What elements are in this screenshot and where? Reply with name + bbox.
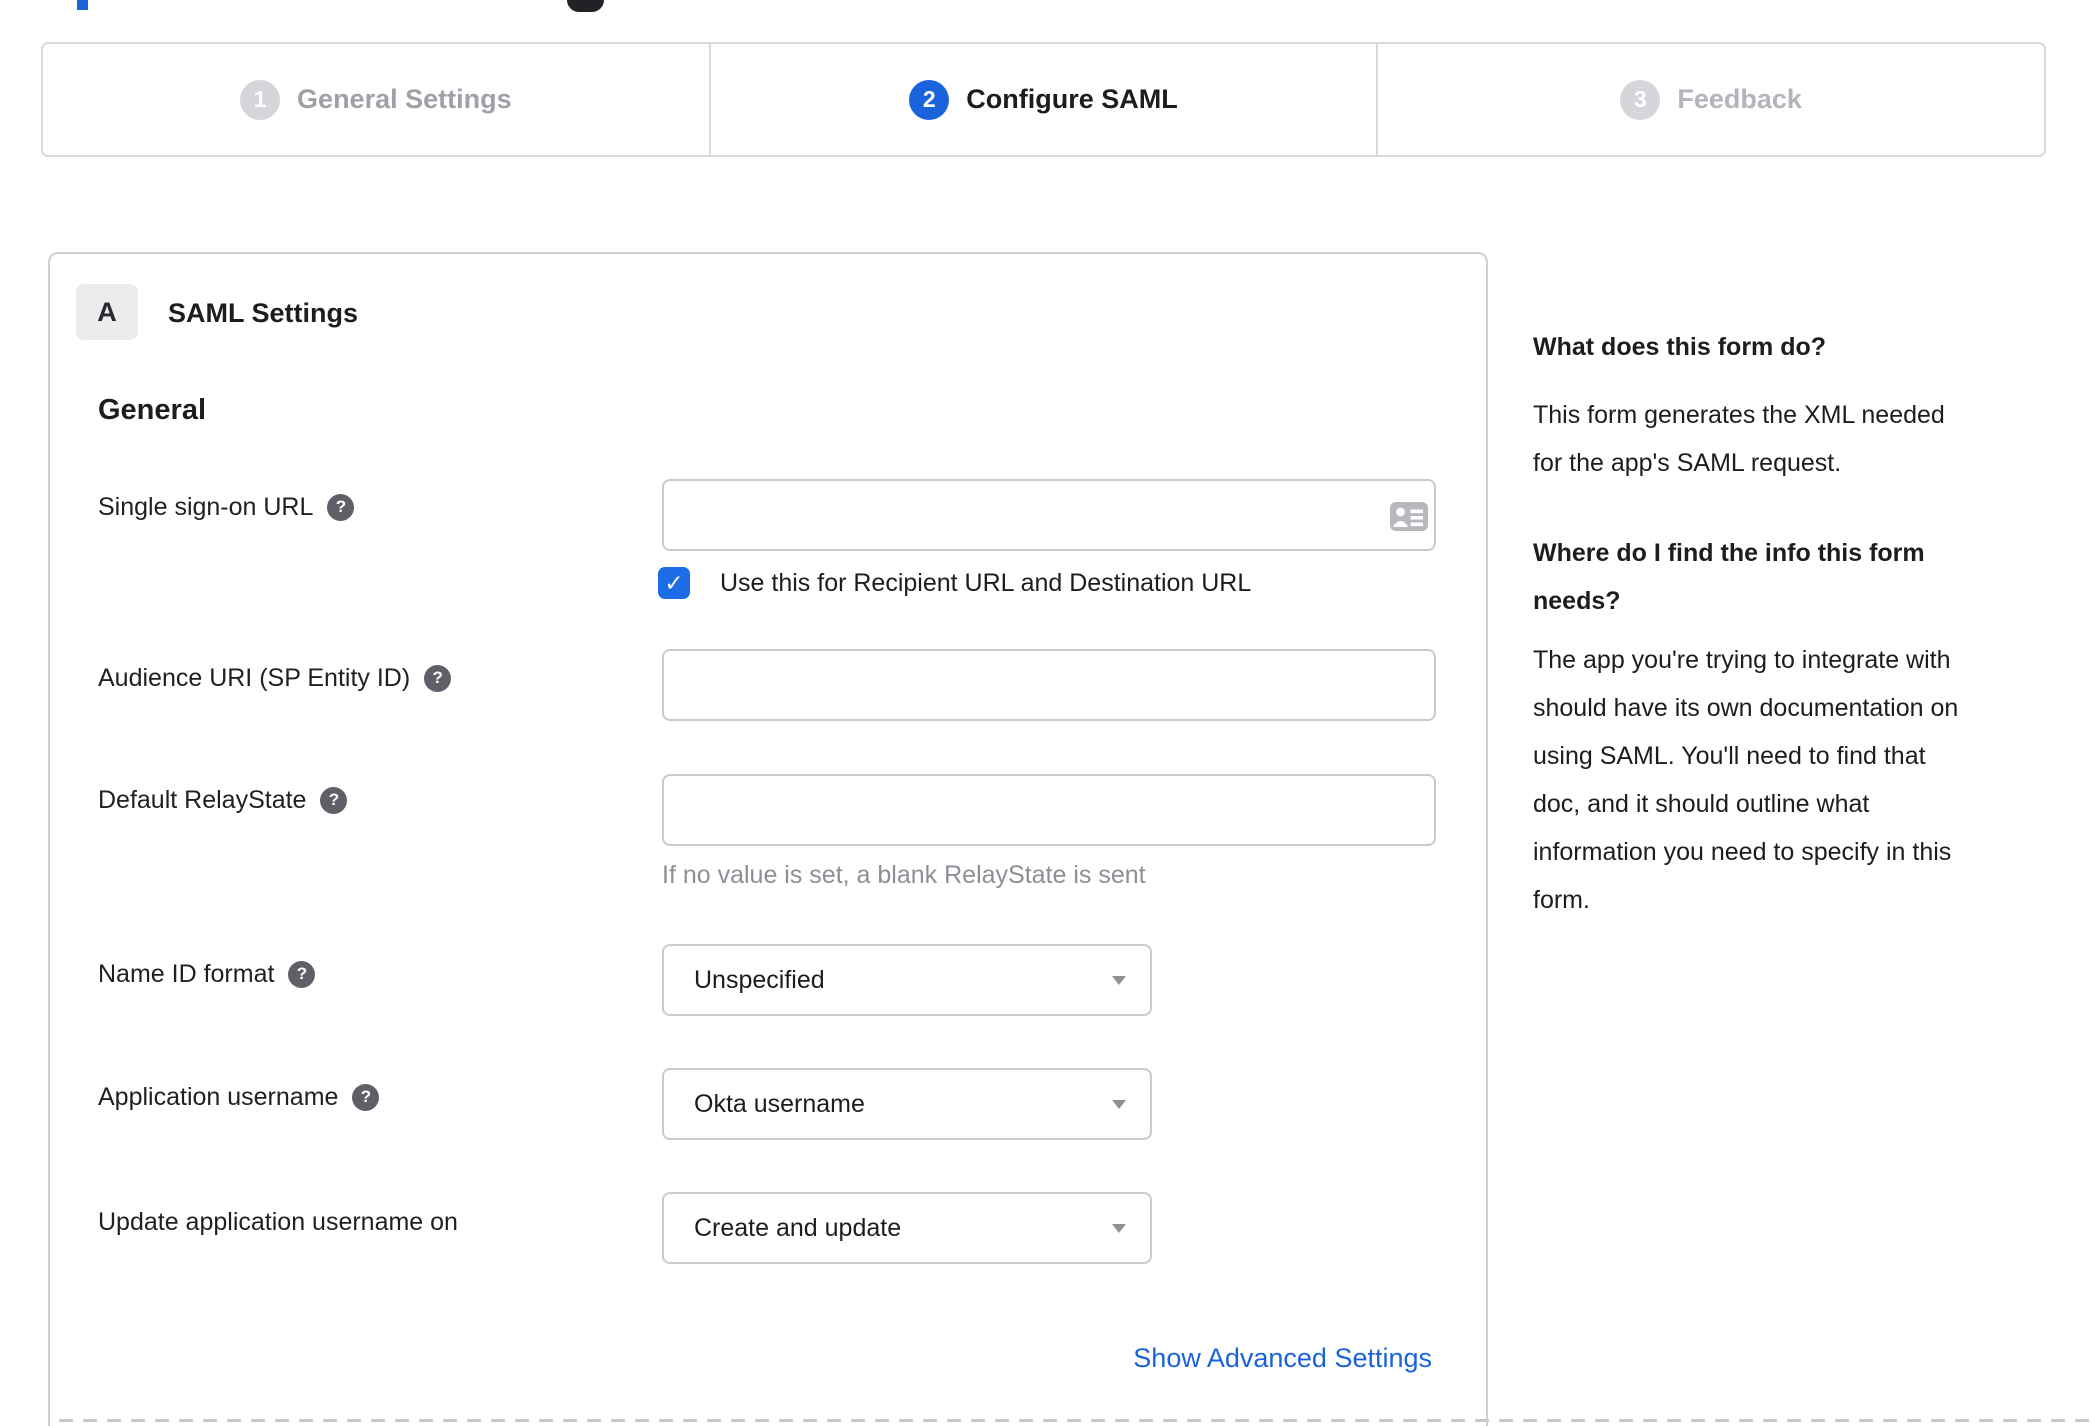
relaystate-hint: If no value is set, a blank RelayState i… xyxy=(662,860,1146,889)
step-general-settings[interactable]: 1 General Settings xyxy=(43,44,709,155)
default-relaystate-input[interactable] xyxy=(662,774,1436,846)
help-icon[interactable]: ? xyxy=(424,664,452,692)
select-value: Okta username xyxy=(694,1089,865,1118)
panel-title: SAML Settings xyxy=(168,298,359,328)
dropdown-arrow-icon xyxy=(1112,975,1126,985)
step-number-badge: 3 xyxy=(1620,79,1661,120)
field-label-text: Single sign-on URL xyxy=(98,492,314,521)
single-sign-on-url-input[interactable] xyxy=(662,479,1436,551)
step-label: General Settings xyxy=(297,84,512,114)
help-icon[interactable]: ? xyxy=(320,786,348,814)
saml-settings-panel: A SAML Settings General Single sign-on U… xyxy=(48,252,1488,1426)
audience-uri-label: Audience URI (SP Entity ID) ? xyxy=(98,663,452,693)
single-sign-on-url-label: Single sign-on URL ? xyxy=(98,492,355,522)
field-label-text: Update application username on xyxy=(98,1207,458,1236)
application-username-label: Application username ? xyxy=(98,1082,380,1112)
section-a-badge: A xyxy=(76,284,138,340)
show-advanced-settings-link[interactable]: Show Advanced Settings xyxy=(1133,1343,1432,1374)
name-id-format-select[interactable]: Unspecified xyxy=(662,944,1152,1016)
select-value: Create and update xyxy=(694,1213,902,1242)
audience-uri-input[interactable] xyxy=(662,649,1436,721)
help-icon[interactable]: ? xyxy=(352,1083,380,1111)
help-icon[interactable]: ? xyxy=(327,493,355,521)
recipient-url-checkbox-label[interactable]: Use this for Recipient URL and Destinati… xyxy=(720,568,1251,598)
dashed-section-divider xyxy=(59,1419,2092,1422)
configure-saml-page: 1 General Settings 2 Configure SAML 3 Fe… xyxy=(0,0,2092,1426)
step-configure-saml[interactable]: 2 Configure SAML xyxy=(708,44,1377,155)
clipped-heading-fragment-dark xyxy=(567,0,604,12)
application-username-select[interactable]: Okta username xyxy=(662,1068,1152,1140)
update-application-username-label: Update application username on xyxy=(98,1207,458,1237)
wizard-stepper: 1 General Settings 2 Configure SAML 3 Fe… xyxy=(41,42,2046,157)
field-label-text: Default RelayState xyxy=(98,785,307,814)
dropdown-arrow-icon xyxy=(1112,1099,1126,1109)
sidebar-heading-where: Where do I find the info this form needs… xyxy=(1533,539,1925,615)
select-value: Unspecified xyxy=(694,965,825,994)
recipient-url-checkbox[interactable]: ✓ xyxy=(658,567,690,599)
default-relaystate-label: Default RelayState ? xyxy=(98,785,348,815)
sidebar-paragraph-where: The app you're trying to integrate with … xyxy=(1533,646,1959,914)
contact-card-icon xyxy=(1390,502,1428,531)
step-number-badge: 1 xyxy=(240,79,281,120)
step-number-badge: 2 xyxy=(909,79,950,120)
sidebar-paragraph-what: This form generates the XML needed for t… xyxy=(1533,401,1945,477)
help-icon[interactable]: ? xyxy=(288,960,316,988)
field-label-text: Application username xyxy=(98,1082,339,1111)
dropdown-arrow-icon xyxy=(1112,1223,1126,1233)
general-section-heading: General xyxy=(98,394,206,426)
update-application-username-select[interactable]: Create and update xyxy=(662,1192,1152,1264)
sidebar-heading-what: What does this form do? xyxy=(1533,333,1827,361)
clipped-heading-fragment-blue xyxy=(77,0,88,10)
step-label: Feedback xyxy=(1677,84,1802,114)
field-label-text: Audience URI (SP Entity ID) xyxy=(98,663,411,692)
step-feedback[interactable]: 3 Feedback xyxy=(1376,44,2044,155)
step-label: Configure SAML xyxy=(966,84,1178,114)
name-id-format-label: Name ID format ? xyxy=(98,959,316,989)
field-label-text: Name ID format xyxy=(98,959,275,988)
checkmark-icon: ✓ xyxy=(664,569,684,596)
